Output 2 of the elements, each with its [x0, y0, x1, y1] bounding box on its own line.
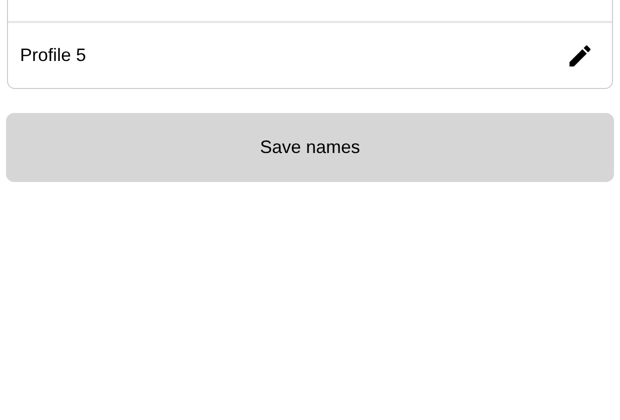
- save-names-button[interactable]: Save names: [6, 113, 614, 182]
- profile-name: Profile 5: [20, 44, 86, 67]
